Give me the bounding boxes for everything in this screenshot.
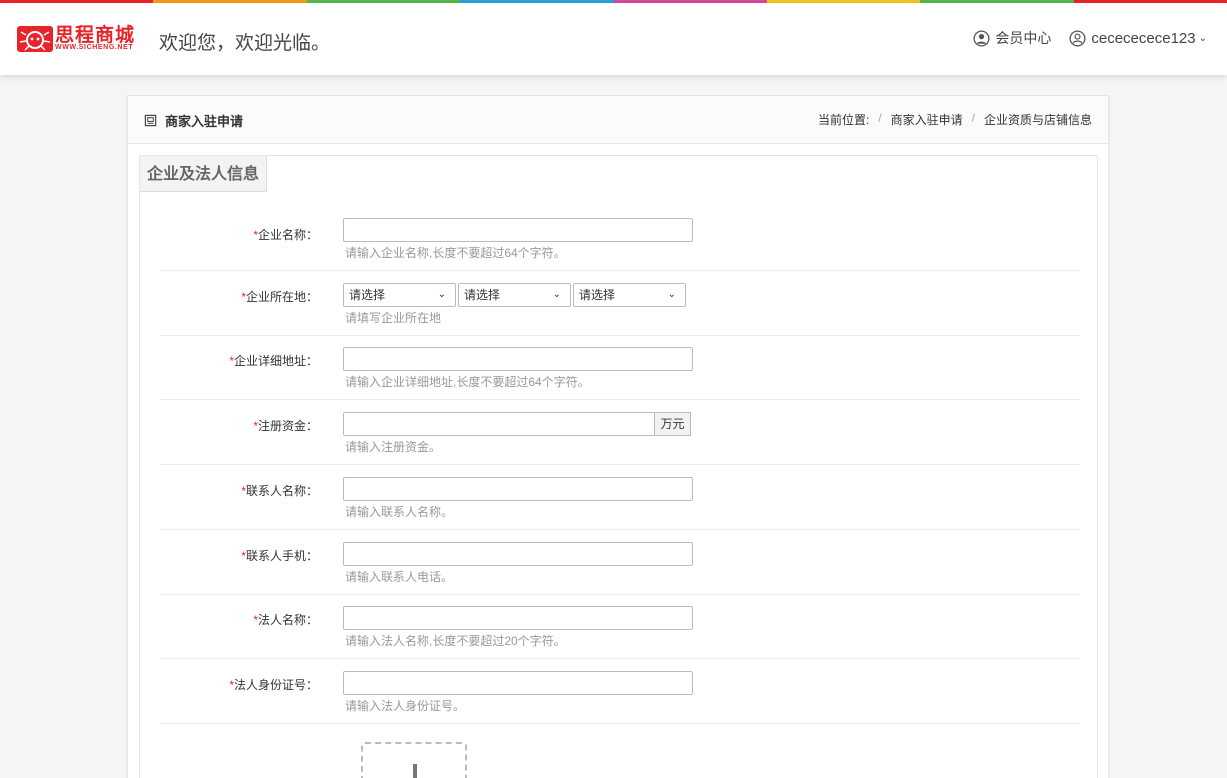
capital-input[interactable] — [343, 412, 655, 436]
breadcrumb-item-current: 企业资质与店铺信息 — [983, 113, 1092, 127]
label-text: 联系人手机： — [245, 549, 318, 563]
user-menu-dropdown[interactable]: cecececece123 ⌄ — [1069, 30, 1207, 47]
district-select-value: 请选择 — [579, 288, 616, 302]
form-row-location: *企业所在地： 请选择 ⌄ 请选择 ⌄ 请选择 ⌄ 请填写企业所在地 — [160, 271, 1080, 336]
address-hint: 请输入企业详细地址,长度不要超过64个字符。 — [345, 375, 590, 389]
company-name-input[interactable] — [343, 218, 693, 242]
form-row-legal-name: *法人名称： 请输入法人名称,长度不要超过20个字符。 — [160, 595, 1080, 659]
breadcrumb-separator: / — [878, 111, 882, 125]
city-select-value: 请选择 — [464, 288, 501, 302]
capital-hint: 请输入注册资金。 — [345, 440, 442, 454]
label-text: 企业所在地： — [245, 290, 318, 304]
form-row-address: *企业详细地址： 请输入企业详细地址,长度不要超过64个字符。 — [160, 336, 1080, 400]
district-select[interactable]: 请选择 ⌄ — [573, 283, 686, 307]
username-label: cecececece123 — [1091, 29, 1196, 47]
capital-label: *注册资金： — [160, 417, 318, 434]
breadcrumb: 当前位置: / 商家入驻申请 / 企业资质与店铺信息 — [818, 111, 1092, 128]
form-row-legal-id: *法人身份证号： 请输入法人身份证号。 — [160, 659, 1080, 724]
form-row-contact-phone: *联系人手机： 请输入联系人电话。 — [160, 530, 1080, 595]
location-label: *企业所在地： — [160, 288, 318, 305]
label-text: 法人身份证号： — [233, 678, 318, 692]
chevron-down-icon: ⌄ — [552, 289, 561, 300]
form-row-capital: *注册资金： 万元 请输入注册资金。 — [160, 400, 1080, 465]
form-row-company-name: *企业名称： 请输入企业名称,长度不要超过64个字符。 — [160, 216, 1080, 271]
logo-mascot-icon — [17, 26, 53, 52]
breadcrumb-separator: / — [971, 111, 975, 125]
member-center-link[interactable]: 会员中心 — [973, 28, 1051, 48]
label-text: 企业详细地址： — [233, 354, 318, 368]
chevron-down-icon: ⌄ — [667, 289, 676, 300]
panel-title-text: 商家入驻申请 — [165, 114, 244, 129]
section-title: 企业及法人信息 — [140, 156, 267, 192]
contact-phone-hint: 请输入联系人电话。 — [345, 570, 454, 584]
panel-header: 商家入驻申请 当前位置: / 商家入驻申请 / 企业资质与店铺信息 — [128, 96, 1108, 144]
company-name-hint: 请输入企业名称,长度不要超过64个字符。 — [345, 246, 566, 260]
legal-id-label: *法人身份证号： — [160, 676, 318, 693]
member-center-label: 会员中心 — [995, 30, 1052, 46]
user-circle-icon — [973, 29, 990, 47]
welcome-text: 欢迎您，欢迎光临。 — [159, 32, 331, 54]
top-header: 思程商城 WWW.SICHENG.NET 欢迎您，欢迎光临。 会员中心 cece… — [0, 3, 1227, 75]
chevron-down-icon: ⌄ — [437, 289, 446, 300]
logo-text: 思程商城 — [55, 24, 136, 46]
province-select-value: 请选择 — [349, 288, 386, 302]
breadcrumb-label: 当前位置: — [817, 113, 870, 127]
legal-name-input[interactable] — [343, 606, 693, 630]
user-outline-icon — [1069, 29, 1086, 47]
city-select[interactable]: 请选择 ⌄ — [458, 283, 571, 307]
legal-id-hint: 请输入法人身份证号。 — [345, 699, 466, 713]
province-select[interactable]: 请选择 ⌄ — [343, 283, 456, 307]
header-nav: 会员中心 cecececece123 ⌄ — [955, 28, 1207, 48]
form-icon — [144, 114, 157, 127]
capital-unit: 万元 — [655, 412, 691, 436]
chevron-down-icon: ⌄ — [1198, 32, 1207, 44]
label-text: 联系人名称： — [245, 484, 318, 498]
site-logo[interactable]: 思程商城 WWW.SICHENG.NET — [17, 24, 152, 56]
label-text: 注册资金： — [257, 419, 318, 433]
contact-name-hint: 请输入联系人名称。 — [345, 505, 454, 519]
contact-phone-input[interactable] — [343, 542, 693, 566]
legal-name-hint: 请输入法人名称,长度不要超过20个字符。 — [345, 634, 566, 648]
breadcrumb-item-application[interactable]: 商家入驻申请 — [891, 111, 963, 128]
address-input[interactable] — [343, 347, 693, 371]
image-upload-box[interactable] — [361, 742, 467, 778]
logo-subtext: WWW.SICHENG.NET — [55, 44, 134, 51]
legal-name-label: *法人名称： — [160, 611, 318, 628]
company-legal-section: 企业及法人信息 *企业名称： 请输入企业名称,长度不要超过64个字符。 *企业所… — [139, 155, 1098, 778]
plus-icon — [413, 764, 417, 778]
location-hint: 请填写企业所在地 — [345, 311, 442, 325]
label-text: 法人名称： — [257, 613, 318, 627]
legal-id-input[interactable] — [343, 671, 693, 695]
panel-title: 商家入驻申请 — [144, 111, 243, 130]
company-name-label: *企业名称： — [160, 226, 318, 243]
contact-name-label: *联系人名称： — [160, 482, 318, 499]
contact-phone-label: *联系人手机： — [160, 547, 318, 564]
merchant-application-panel: 商家入驻申请 当前位置: / 商家入驻申请 / 企业资质与店铺信息 企业及法人信… — [127, 95, 1109, 778]
contact-name-input[interactable] — [343, 477, 693, 501]
form-row-contact-name: *联系人名称： 请输入联系人名称。 — [160, 465, 1080, 530]
address-label: *企业详细地址： — [160, 352, 318, 369]
label-text: 企业名称： — [257, 228, 318, 242]
